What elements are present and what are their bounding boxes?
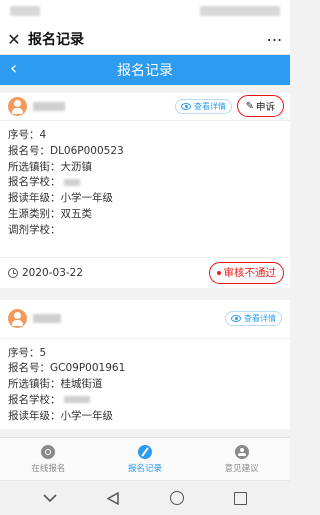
field-label: 报名学校： bbox=[8, 176, 61, 189]
field-value: 小学一年级 bbox=[60, 192, 114, 205]
school-name-redacted bbox=[63, 178, 80, 186]
applicant-name-redacted bbox=[33, 102, 65, 111]
field-value: 桂城街道 bbox=[60, 378, 103, 391]
field-label: 报名号： bbox=[8, 144, 50, 157]
record-list[interactable]: 查看详情 ✎ 申诉 序号：4 报名号：DL06P000523 所选镇街：大沥镇 … bbox=[0, 89, 290, 437]
eye-icon bbox=[181, 103, 191, 110]
chevron-down-icon[interactable] bbox=[38, 486, 62, 510]
field-label: 报读年级： bbox=[8, 192, 61, 205]
field-row-index: 序号：4 bbox=[8, 128, 282, 144]
status-text: 审核不通过 bbox=[223, 267, 277, 280]
field-row-index: 序号：5 bbox=[8, 346, 282, 362]
field-label: 报读年级： bbox=[8, 409, 61, 422]
record-date: 2020-03-22 bbox=[22, 266, 84, 279]
system-navigation-bar bbox=[0, 480, 290, 515]
status-bar bbox=[0, 0, 290, 24]
record-card: 查看详情 序号：5 报名号：GC09P001961 所选镇街：桂城街道 报名学校… bbox=[0, 299, 290, 429]
status-bar-blurred-right bbox=[200, 6, 280, 16]
field-row-category: 生源类别：双五类 bbox=[8, 207, 282, 223]
field-label: 调剂学校： bbox=[8, 223, 61, 236]
tab-online-register[interactable]: 在线报名 bbox=[0, 438, 97, 481]
tab-label: 报名记录 bbox=[128, 464, 163, 474]
webview-titlebar: ✕ 报名记录 ⋯ bbox=[0, 24, 290, 55]
field-label: 生源类别： bbox=[8, 207, 61, 220]
field-value: 双五类 bbox=[60, 207, 93, 220]
field-value: DL06P000523 bbox=[50, 144, 124, 157]
home-circle-icon[interactable] bbox=[165, 486, 189, 510]
pencil-icon: ✎ bbox=[245, 100, 254, 112]
avatar-icon bbox=[8, 97, 27, 116]
field-label: 报名号： bbox=[8, 362, 50, 375]
school-name-redacted bbox=[63, 396, 90, 404]
field-row-grade: 报读年级：小学一年级 bbox=[8, 409, 282, 425]
field-row-town: 所选镇街：桂城街道 bbox=[8, 377, 282, 393]
view-detail-label: 查看详情 bbox=[244, 313, 276, 323]
bottom-tabbar: 在线报名 报名记录 意见建议 bbox=[0, 437, 290, 481]
more-icon[interactable]: ⋯ bbox=[260, 30, 290, 49]
field-value: 5 bbox=[39, 346, 47, 359]
tab-register-records[interactable]: 报名记录 bbox=[97, 438, 194, 481]
close-icon[interactable]: ✕ bbox=[0, 30, 28, 49]
field-value: 4 bbox=[39, 129, 47, 141]
field-label: 序号： bbox=[8, 346, 40, 359]
field-label: 所选镇街： bbox=[8, 160, 61, 173]
page-title: 报名记录 bbox=[117, 63, 173, 79]
status-dot-icon bbox=[216, 270, 221, 275]
record-fields: 序号：5 报名号：GC09P001961 所选镇街：桂城街道 报名学校： 报读年… bbox=[0, 339, 290, 429]
field-row-reg-no: 报名号：DL06P000523 bbox=[8, 144, 282, 160]
applicant-name-redacted bbox=[33, 314, 61, 324]
field-row-reg-no: 报名号：GC09P001961 bbox=[8, 361, 282, 377]
field-label: 报名学校： bbox=[8, 393, 61, 406]
field-label: 所选镇街： bbox=[8, 378, 61, 391]
field-value: GC09P001961 bbox=[50, 362, 126, 375]
field-value: 小学一年级 bbox=[60, 409, 114, 422]
avatar-icon bbox=[8, 309, 27, 329]
page-header: ‹ 报名记录 bbox=[0, 55, 290, 85]
field-row-school: 报名学校： bbox=[8, 393, 282, 409]
back-triangle-icon[interactable] bbox=[101, 486, 125, 510]
field-row-adjust-school: 调剂学校： bbox=[8, 223, 282, 239]
tab-label: 意见建议 bbox=[224, 464, 259, 474]
record-card-footer: 2020-03-22 审核不通过 bbox=[0, 256, 290, 288]
field-value: 大沥镇 bbox=[60, 160, 93, 173]
appeal-button[interactable]: ✎ 申诉 bbox=[236, 95, 284, 117]
record-fields: 序号：4 报名号：DL06P000523 所选镇街：大沥镇 报名学校： 报读年级… bbox=[0, 121, 290, 257]
field-row-school: 报名学校： bbox=[8, 175, 282, 191]
tab-feedback[interactable]: 意见建议 bbox=[193, 438, 290, 481]
status-badge: 审核不通过 bbox=[208, 261, 284, 284]
recents-square-icon[interactable] bbox=[228, 486, 252, 510]
view-detail-label: 查看详情 bbox=[194, 102, 226, 111]
appeal-label: 申诉 bbox=[255, 102, 275, 113]
view-detail-button[interactable]: 查看详情 bbox=[225, 310, 282, 326]
field-label: 序号： bbox=[8, 129, 40, 141]
window-title: 报名记录 bbox=[28, 32, 84, 48]
record-icon bbox=[138, 445, 152, 459]
clock-icon bbox=[8, 267, 18, 278]
record-card-header: 查看详情 bbox=[0, 300, 290, 339]
status-bar-blurred-left bbox=[10, 6, 40, 16]
view-detail-button[interactable]: 查看详情 bbox=[175, 99, 232, 114]
record-card: 查看详情 ✎ 申诉 序号：4 报名号：DL06P000523 所选镇街：大沥镇 … bbox=[0, 93, 290, 288]
back-icon[interactable]: ‹ bbox=[10, 58, 17, 79]
field-row-grade: 报读年级：小学一年级 bbox=[8, 191, 282, 207]
tab-label: 在线报名 bbox=[31, 464, 66, 474]
register-icon bbox=[41, 445, 56, 459]
feedback-icon bbox=[234, 445, 249, 459]
field-row-town: 所选镇街：大沥镇 bbox=[8, 160, 282, 176]
eye-icon bbox=[231, 314, 241, 322]
record-card-header: 查看详情 ✎ 申诉 bbox=[0, 93, 290, 121]
